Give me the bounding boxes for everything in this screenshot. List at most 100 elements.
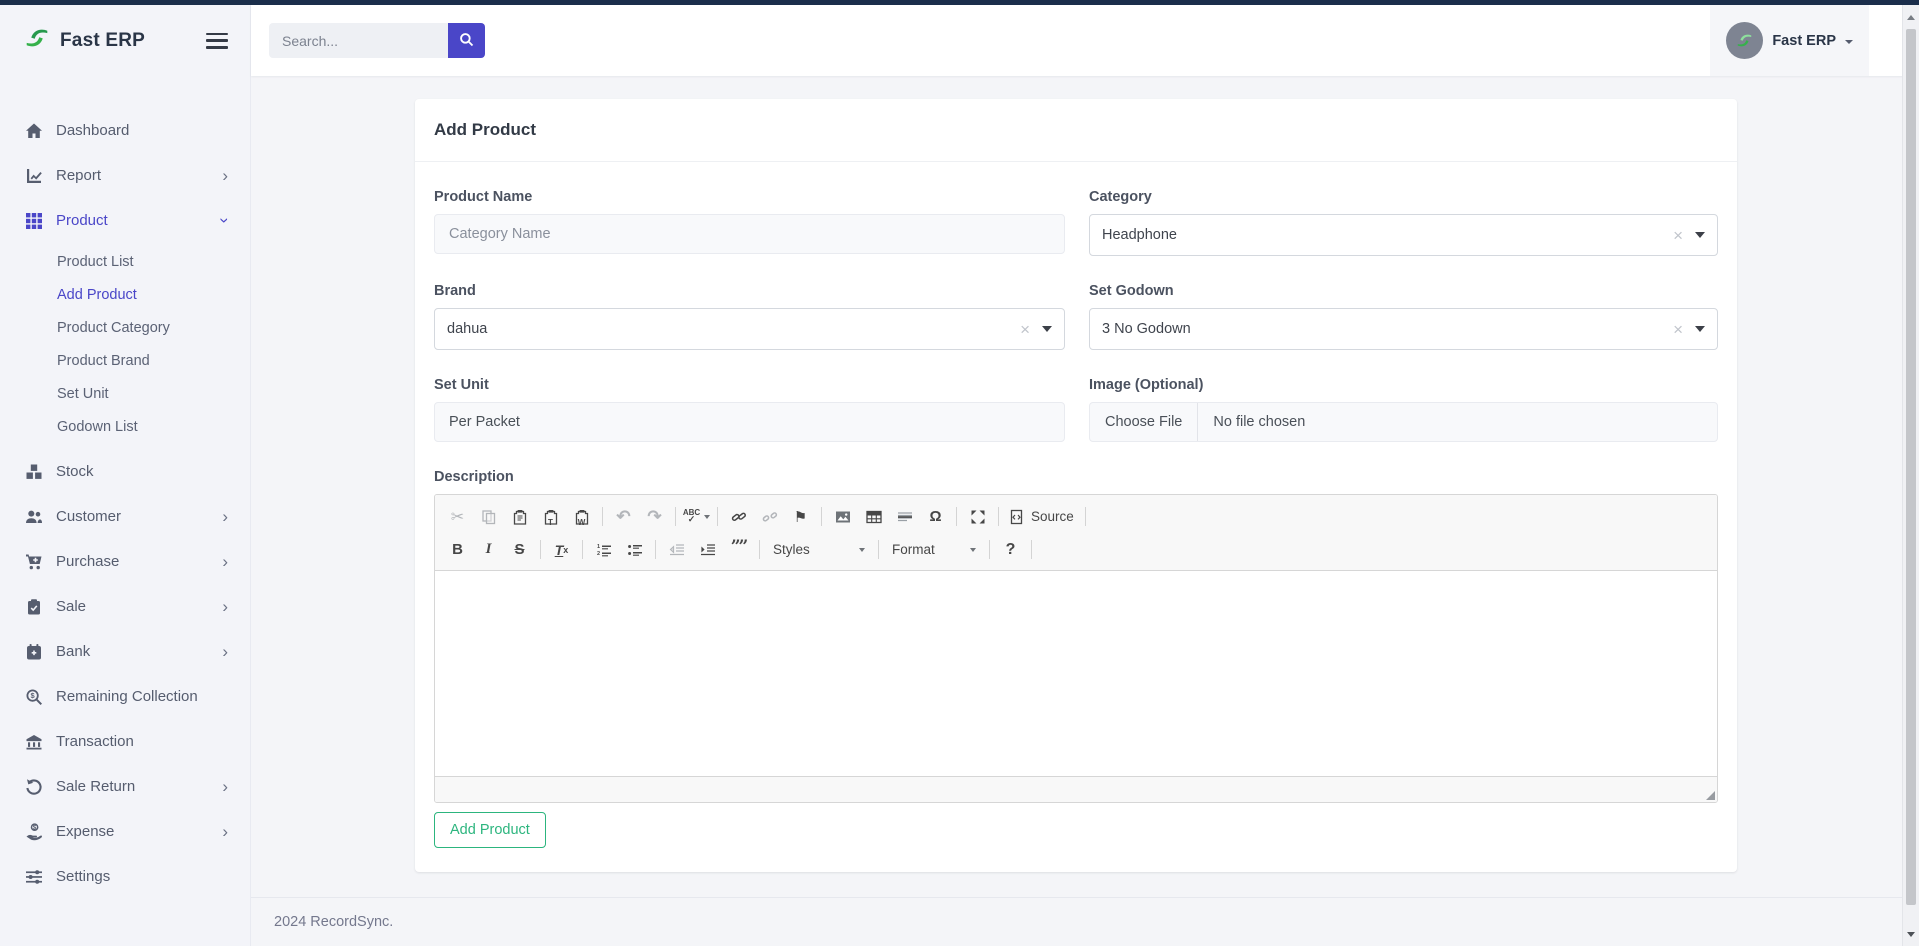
chevron-down-icon (859, 548, 865, 552)
clear-selection-icon[interactable] (1020, 321, 1030, 338)
paste-plain-text-icon[interactable]: T (536, 503, 565, 530)
sidebar-item-expense[interactable]: $ Expense (0, 809, 250, 854)
chevron-right-icon (222, 598, 228, 615)
chevron-down-icon (217, 218, 234, 224)
about-editor-icon[interactable]: ? (996, 536, 1025, 563)
sidebar-menu: Dashboard Report Product (0, 76, 250, 899)
clear-selection-icon[interactable] (1673, 321, 1683, 338)
user-menu[interactable]: Fast ERP (1710, 5, 1869, 76)
search-button[interactable] (448, 23, 485, 58)
rotate-left-icon (24, 777, 43, 796)
spell-check-icon[interactable]: ABC ✓ (682, 503, 711, 530)
horizontal-line-icon[interactable] (890, 503, 919, 530)
sidebar-item-stock[interactable]: Stock (0, 449, 250, 494)
scroll-up-arrow-icon[interactable] (1903, 9, 1919, 25)
sidebar-item-add-product[interactable]: Add Product (0, 278, 250, 311)
search-icon (459, 32, 474, 50)
scroll-down-arrow-icon[interactable] (1903, 926, 1919, 942)
styles-combo[interactable]: Styles (765, 536, 873, 563)
sidebar-item-dashboard[interactable]: Dashboard (0, 108, 250, 153)
resize-grip-icon[interactable] (1706, 791, 1715, 800)
sidebar-item-sale[interactable]: Sale (0, 584, 250, 629)
unlink-icon[interactable] (755, 503, 784, 530)
chevron-right-icon (222, 823, 228, 840)
numbered-list-icon[interactable]: 12 (589, 536, 618, 563)
sidebar-item-settings[interactable]: Settings (0, 854, 250, 899)
format-combo[interactable]: Format (884, 536, 984, 563)
dropdown-arrow-icon (1695, 232, 1705, 238)
sidebar-item-product-category[interactable]: Product Category (0, 311, 250, 344)
brand-select[interactable]: dahua (434, 308, 1065, 350)
increase-indent-icon[interactable] (693, 536, 722, 563)
bulleted-list-icon[interactable] (620, 536, 649, 563)
description-label: Description (434, 469, 1718, 485)
app-title: Fast ERP (60, 30, 145, 52)
decrease-indent-icon[interactable] (662, 536, 691, 563)
category-select[interactable]: Headphone (1089, 214, 1718, 256)
sidebar-item-product[interactable]: Product (0, 198, 250, 243)
link-icon[interactable] (724, 503, 753, 530)
clear-selection-icon[interactable] (1673, 227, 1683, 244)
cart-plus-icon (24, 552, 43, 571)
product-submenu: Product List Add Product Product Categor… (0, 243, 250, 449)
avatar (1726, 22, 1763, 59)
sidebar-item-bank[interactable]: Bank (0, 629, 250, 674)
sidebar-item-product-brand[interactable]: Product Brand (0, 344, 250, 377)
hamburger-icon[interactable] (206, 33, 228, 49)
unit-input[interactable] (434, 402, 1065, 442)
chevron-right-icon (222, 508, 228, 525)
special-character-icon[interactable]: Ω (921, 503, 950, 530)
sidebar-item-purchase[interactable]: Purchase (0, 539, 250, 584)
strikethrough-icon[interactable]: S (505, 536, 534, 563)
image-icon[interactable] (828, 503, 857, 530)
users-icon (24, 507, 43, 526)
italic-icon[interactable]: I (474, 536, 503, 563)
remove-format-icon[interactable]: Tx (547, 536, 576, 563)
source-button[interactable]: Source (1005, 503, 1079, 530)
footer: 2024 RecordSync. (251, 897, 1919, 946)
redo-icon[interactable] (640, 503, 669, 530)
paste-from-word-icon[interactable]: W (567, 503, 596, 530)
description-editing-area[interactable] (435, 571, 1717, 776)
sidebar: Fast ERP Dashboard Report (0, 0, 251, 946)
sidebar-item-godown-list[interactable]: Godown List (0, 410, 250, 443)
bold-icon[interactable]: B (443, 536, 472, 563)
search-dollar-icon: $ (24, 687, 43, 706)
chevron-right-icon (222, 778, 228, 795)
image-file-input[interactable]: Choose File No file chosen (1089, 402, 1718, 442)
maximize-icon[interactable] (963, 503, 992, 530)
sidebar-item-set-unit[interactable]: Set Unit (0, 377, 250, 410)
sidebar-item-transaction[interactable]: Transaction (0, 719, 250, 764)
blockquote-icon[interactable]: ”” (724, 536, 753, 563)
top-accent-strip (0, 0, 1919, 5)
file-status: No file chosen (1198, 403, 1320, 441)
choose-file-button[interactable]: Choose File (1090, 403, 1198, 441)
copy-icon[interactable] (474, 503, 503, 530)
cubes-icon (24, 462, 43, 481)
paste-icon[interactable] (505, 503, 534, 530)
sidebar-item-remaining-collection[interactable]: $ Remaining Collection (0, 674, 250, 719)
cut-icon[interactable] (443, 503, 472, 530)
anchor-flag-icon[interactable] (786, 503, 815, 530)
chart-line-icon (24, 166, 43, 185)
footer-text: 2024 RecordSync. (274, 914, 393, 930)
sidebar-item-report[interactable]: Report (0, 153, 250, 198)
svg-text:2: 2 (597, 551, 600, 557)
add-product-card: Add Product Product Name Category He (415, 99, 1737, 872)
editor-toolbar-row2: B I S Tx 12 (442, 533, 1710, 566)
product-name-input[interactable] (434, 214, 1065, 254)
sidebar-item-product-list[interactable]: Product List (0, 245, 250, 278)
add-product-submit-button[interactable]: Add Product (434, 812, 546, 848)
chevron-down-icon (1845, 40, 1853, 44)
table-icon[interactable] (859, 503, 888, 530)
app-logo[interactable]: Fast ERP (24, 25, 145, 56)
fast-erp-logo-icon (24, 25, 50, 56)
undo-icon[interactable] (609, 503, 638, 530)
sidebar-item-sale-return[interactable]: Sale Return (0, 764, 250, 809)
sidebar-item-customer[interactable]: Customer (0, 494, 250, 539)
vertical-scrollbar[interactable] (1902, 5, 1919, 946)
svg-text:$: $ (30, 691, 35, 700)
search-input[interactable] (269, 23, 448, 58)
godown-select[interactable]: 3 No Godown (1089, 308, 1718, 350)
scrollbar-thumb[interactable] (1906, 29, 1916, 905)
